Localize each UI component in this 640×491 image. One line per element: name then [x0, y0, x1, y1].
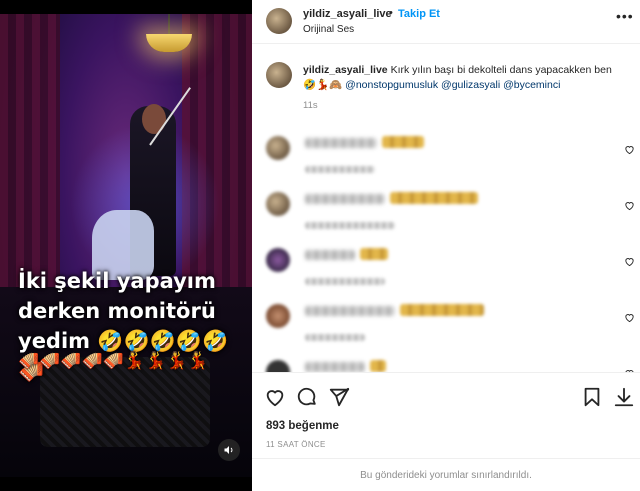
commenter-avatar[interactable]	[266, 136, 290, 160]
like-comment-icon[interactable]	[624, 256, 635, 267]
caption-avatar[interactable]	[266, 62, 292, 88]
author-username[interactable]: yildiz_asyali_live	[303, 8, 392, 20]
speaker-icon	[224, 446, 233, 454]
commenter-avatar[interactable]	[266, 192, 290, 216]
commenter-avatar[interactable]	[266, 360, 290, 372]
bookmark-icon[interactable]	[581, 386, 603, 408]
post-timestamp[interactable]: 11 SAAT ÖNCE	[266, 440, 326, 449]
comment-text-blurred	[305, 362, 365, 372]
follow-button[interactable]: Takip Et	[398, 8, 440, 20]
comment-item	[252, 354, 640, 372]
post-media[interactable]: İki şekil yapayım derken monitörü yedim …	[0, 0, 252, 491]
comment-emoji-blurred	[390, 192, 478, 204]
comments-limited-notice: Bu gönderideki yorumlar sınırlandırıldı.	[252, 458, 640, 489]
share-icon[interactable]	[328, 386, 350, 408]
comment-meta-blurred	[305, 334, 365, 341]
header-separator: •	[389, 7, 393, 19]
post-actions: 893 beğenme 11 SAAT ÖNCE Bu gönderideki …	[252, 372, 640, 488]
comment-text-blurred	[305, 194, 385, 204]
comment-emoji-blurred	[400, 304, 484, 316]
caption-emojis: 🤣💃🙈	[303, 79, 343, 91]
post-details-panel: yildiz_asyali_live • Takip Et Orijinal S…	[252, 0, 640, 491]
like-comment-icon[interactable]	[624, 200, 635, 211]
comment-text-blurred	[305, 306, 395, 316]
more-options-icon[interactable]: •••	[616, 8, 634, 24]
like-count[interactable]: 893 beğenme	[266, 420, 339, 432]
comment-text-blurred	[305, 138, 377, 148]
comment-emoji-blurred	[360, 248, 388, 260]
caption-body: Kırk yılın başı bi dekolteli dans yapaca…	[390, 64, 612, 76]
comment-item	[252, 130, 640, 182]
comments-list[interactable]	[252, 124, 640, 372]
caption-username[interactable]: yildiz_asyali_live	[303, 64, 388, 76]
comment-meta-blurred	[305, 166, 375, 173]
like-comment-icon[interactable]	[624, 144, 635, 155]
lamp-cord	[168, 14, 170, 36]
violinist-head	[142, 104, 166, 134]
stage-curtain-left	[0, 14, 60, 297]
mention-link[interactable]: @gulizasyali	[441, 79, 500, 91]
caption-timestamp[interactable]: 11s	[303, 100, 318, 111]
commenter-avatar[interactable]	[266, 248, 290, 272]
comment-icon[interactable]	[296, 386, 318, 408]
audio-label[interactable]: Orijinal Ses	[303, 24, 354, 35]
video-overlay-emojis: 🪗🪗🪗🪗🪗💃💃💃💃	[18, 351, 209, 371]
caption-text: yildiz_asyali_live Kırk yılın başı bi de…	[303, 63, 623, 93]
comment-meta-blurred	[305, 222, 395, 229]
mention-link[interactable]: @nonstopgumusluk	[345, 79, 438, 91]
commenter-avatar[interactable]	[266, 304, 290, 328]
mention-link[interactable]: @byceminci	[503, 79, 560, 91]
post-header: yildiz_asyali_live • Takip Et Orijinal S…	[252, 0, 640, 44]
heart-icon[interactable]	[264, 386, 286, 408]
comment-item	[252, 242, 640, 294]
download-icon[interactable]	[613, 386, 635, 408]
comment-emoji-blurred	[382, 136, 424, 148]
author-avatar[interactable]	[266, 8, 292, 34]
comment-emoji-blurred	[370, 360, 386, 372]
like-comment-icon[interactable]	[624, 312, 635, 323]
comment-meta-blurred	[305, 278, 385, 285]
comment-text-blurred	[305, 250, 355, 260]
comment-item	[252, 186, 640, 238]
comment-item	[252, 298, 640, 350]
video-frame[interactable]	[0, 14, 252, 477]
sound-button[interactable]	[218, 439, 240, 461]
